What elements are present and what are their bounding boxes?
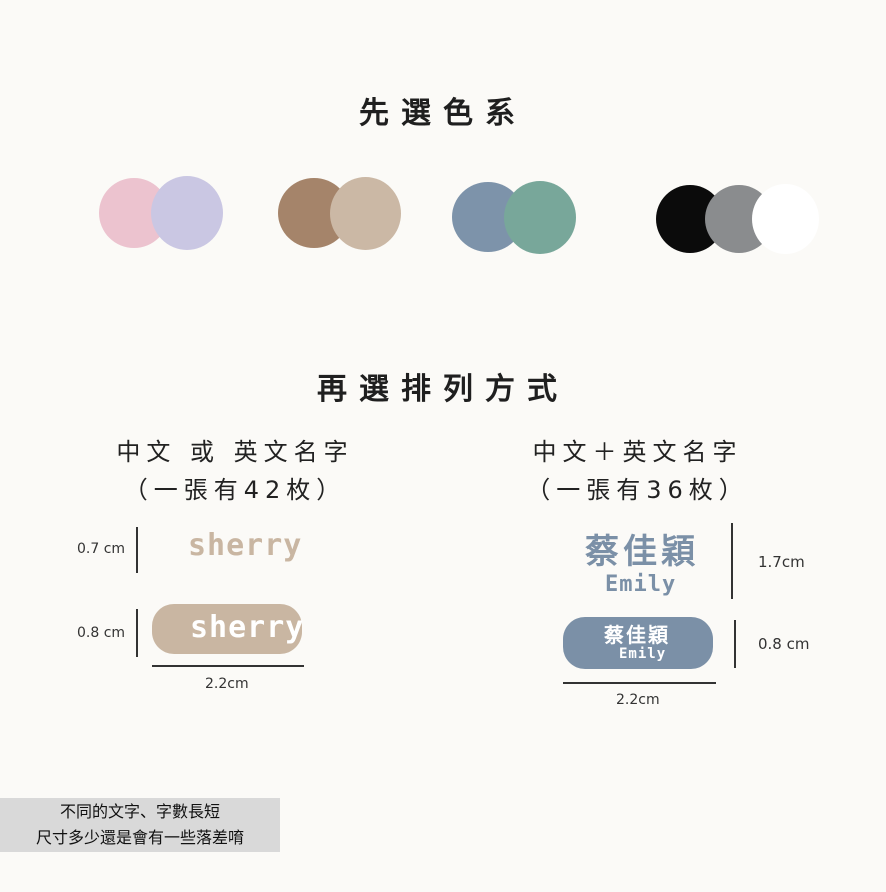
left-width-label: 2.2cm bbox=[205, 676, 249, 692]
layout-section-title: 再選排列方式 bbox=[317, 372, 569, 407]
size-disclaimer-note: 不同的文字、字數長短 尺寸多少還是會有一些落差唷 bbox=[0, 798, 280, 852]
note-line-1: 不同的文字、字數長短 bbox=[59, 802, 220, 821]
right-height-tall-line bbox=[731, 523, 733, 599]
color-section-title: 先選色系 bbox=[359, 96, 527, 131]
left-option-subheading: （一張有42枚） bbox=[123, 476, 347, 504]
right-option-heading: 中文＋英文名字 bbox=[532, 438, 743, 466]
left-option-heading: 中文 或 英文名字 bbox=[116, 438, 354, 466]
right-width-label: 2.2cm bbox=[616, 692, 660, 708]
left-sample-pill-text: sherry bbox=[190, 610, 305, 645]
right-option-subheading: （一張有36枚） bbox=[526, 476, 749, 504]
left-height-large-line bbox=[136, 609, 138, 657]
swatch-white bbox=[752, 184, 819, 254]
right-sample-pill-cn-name: 蔡佳穎 bbox=[604, 623, 670, 647]
note-line-2: 尺寸多少還是會有一些落差唷 bbox=[35, 828, 244, 847]
left-width-line bbox=[152, 665, 304, 667]
swatch-lavender bbox=[151, 176, 223, 250]
left-height-small-line bbox=[136, 527, 138, 573]
right-height-small-label: 0.8 cm bbox=[758, 635, 810, 653]
right-width-line bbox=[563, 682, 716, 684]
swatch-beige bbox=[330, 177, 401, 250]
left-sample-text: sherry bbox=[188, 528, 303, 563]
right-sample-pill-en-name: Emily bbox=[619, 646, 667, 662]
right-sample-cn-name: 蔡佳穎 bbox=[585, 532, 699, 572]
right-height-tall-label: 1.7cm bbox=[758, 553, 805, 571]
left-height-small-label: 0.7 cm bbox=[77, 541, 126, 557]
right-height-small-line bbox=[734, 620, 736, 668]
right-sample-en-name: Emily bbox=[605, 572, 677, 597]
left-height-large-label: 0.8 cm bbox=[77, 625, 126, 641]
swatch-green bbox=[504, 181, 576, 254]
